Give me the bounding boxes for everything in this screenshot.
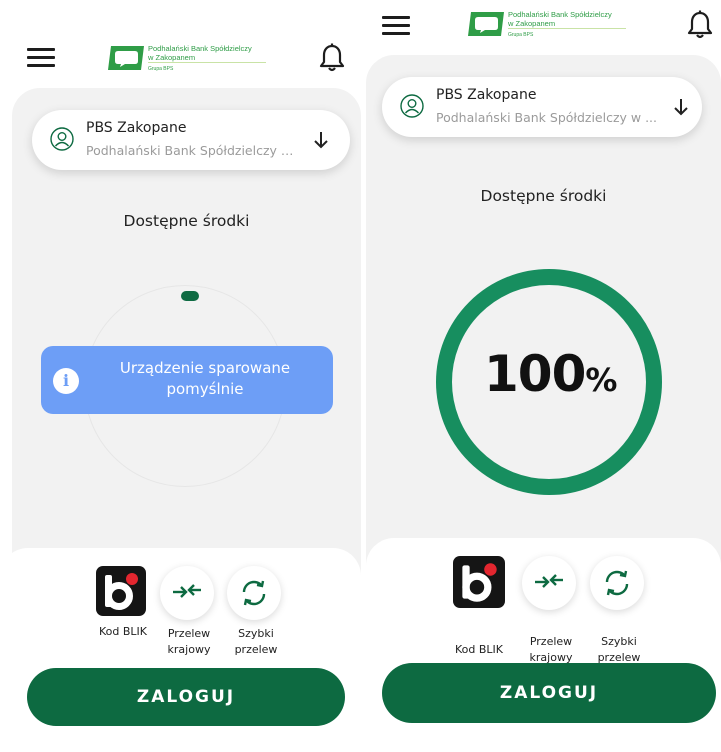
- bank-logo-mark: [108, 46, 144, 70]
- user-icon: [50, 127, 74, 151]
- logo-name-line2: w Zakopanem: [508, 19, 556, 28]
- action-label: Kod BLIK: [454, 643, 503, 656]
- hamburger-icon[interactable]: [382, 16, 410, 36]
- main-panel: PBS Zakopane Podhalański Bank Spółdzielc…: [366, 55, 721, 595]
- arrow-down-icon[interactable]: [312, 130, 330, 150]
- account-subtitle: Podhalański Bank Spółdzielczy w ...: [436, 110, 658, 125]
- available-funds-title: Dostępne środki: [123, 212, 250, 230]
- logo-name-line1: Podhalański Bank Spółdzielczy: [508, 10, 612, 19]
- login-button[interactable]: ZALOGUJ: [382, 663, 716, 723]
- account-subtitle: Podhalański Bank Spółdzielczy w...: [86, 143, 301, 158]
- bank-logo: Podhalański Bank Spółdzielczy w Zakopanem…: [108, 42, 268, 76]
- logo-group: Grupa BPS: [148, 66, 174, 72]
- action-label-line2: krajowy: [167, 643, 211, 656]
- logo-group: Grupa BPS: [508, 32, 534, 38]
- logo-name-line2: w Zakopanem: [148, 53, 196, 62]
- logo-name-line1: Podhalański Bank Spółdzielczy: [148, 44, 252, 53]
- action-label-line1: Przelew: [167, 627, 211, 640]
- transfer-arrows-icon: [160, 566, 214, 620]
- bell-icon[interactable]: [319, 43, 345, 73]
- top-bar: Podhalański Bank Spółdzielczy w Zakopanem…: [0, 28, 361, 88]
- refresh-arrows-icon: [227, 566, 281, 620]
- right-phone-screen: Podhalański Bank Spółdzielczy w Zakopanem…: [366, 0, 721, 752]
- top-bar: Podhalański Bank Spółdzielczy w Zakopanem…: [366, 0, 721, 60]
- login-button[interactable]: ZALOGUJ: [27, 668, 345, 726]
- bank-logo: Podhalański Bank Spółdzielczy w Zakopanem…: [468, 8, 628, 42]
- account-selector[interactable]: PBS Zakopane Podhalański Bank Spółdzielc…: [382, 77, 702, 137]
- bottom-sheet: Kod BLIK Przelew krajowy Szybki przelew …: [366, 538, 721, 752]
- balance-percent-value: 100: [484, 345, 586, 403]
- toast-notification: i Urządzenie sparowane pomyślnie: [41, 346, 333, 414]
- action-label-line2: przelew: [234, 643, 278, 656]
- info-icon: i: [53, 368, 79, 394]
- refresh-arrows-icon: [590, 556, 644, 610]
- blik-icon: [96, 566, 146, 616]
- action-label-line1: Przelew: [529, 635, 573, 648]
- action-label-line1: Szybki: [601, 635, 637, 648]
- account-name: PBS Zakopane: [436, 87, 537, 103]
- left-phone-screen: Podhalański Bank Spółdzielczy w Zakopanem…: [0, 0, 361, 752]
- account-name: PBS Zakopane: [86, 120, 187, 136]
- toast-message: Urządzenie sparowane pomyślnie: [119, 359, 291, 398]
- action-label-line1: Szybki: [238, 627, 274, 640]
- bottom-sheet: Kod BLIK Przelew krajowy Szybki przelew …: [0, 548, 361, 752]
- account-selector[interactable]: PBS Zakopane Podhalański Bank Spółdzielc…: [32, 110, 350, 170]
- main-panel: PBS Zakopane Podhalański Bank Spółdzielc…: [12, 88, 361, 608]
- bank-logo-mark: [468, 12, 504, 36]
- loading-indicator: [181, 291, 199, 301]
- user-icon: [400, 94, 424, 118]
- available-funds-title: Dostępne środki: [480, 187, 607, 205]
- transfer-arrows-icon: [522, 556, 576, 610]
- blik-icon: [453, 556, 505, 608]
- balance-percent: 100%: [484, 345, 617, 403]
- balance-percent-sign: %: [585, 361, 618, 399]
- bell-icon[interactable]: [687, 10, 713, 40]
- hamburger-icon[interactable]: [27, 48, 55, 68]
- arrow-down-icon[interactable]: [672, 97, 690, 117]
